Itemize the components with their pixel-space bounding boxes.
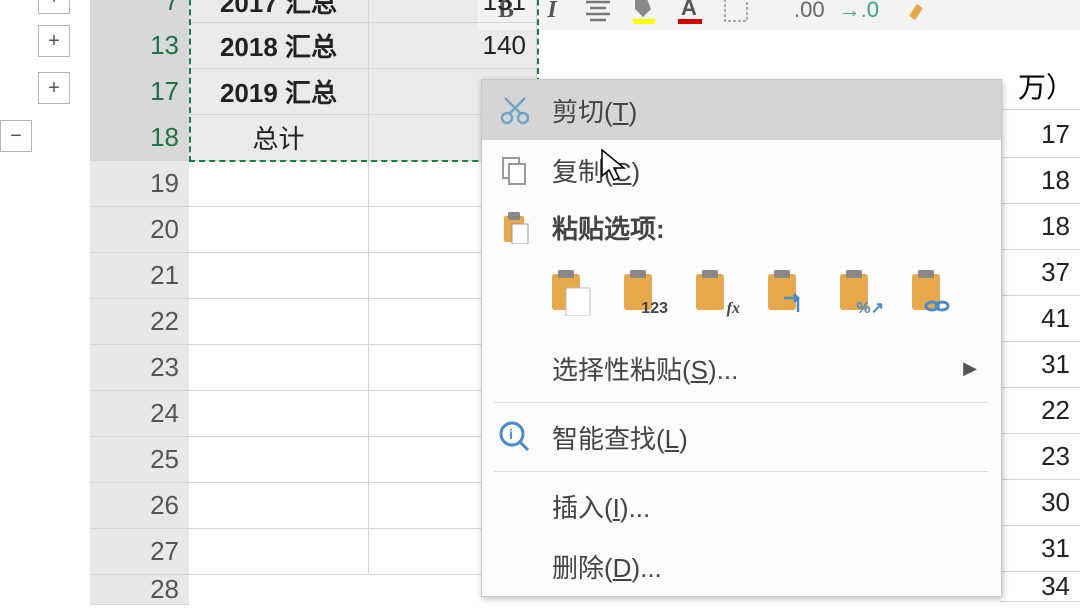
- cell[interactable]: [189, 161, 369, 207]
- paste-option-link[interactable]: [902, 264, 958, 320]
- row-header[interactable]: 28: [90, 575, 189, 605]
- menu-paste-options-header: 粘贴选项:: [482, 200, 1001, 254]
- paste-values-badge: 123: [641, 300, 668, 318]
- column-header-fragment: 万）: [998, 62, 1080, 110]
- cell[interactable]: 140: [369, 23, 537, 69]
- row-header[interactable]: 7: [90, 0, 189, 23]
- row-header[interactable]: 17: [90, 69, 189, 115]
- row-header[interactable]: 24: [90, 391, 189, 437]
- menu-label: 粘贴选项:: [552, 209, 1001, 246]
- paste-pct-badge: %↗: [856, 298, 884, 318]
- increase-decimal-button[interactable]: .00: [794, 0, 825, 23]
- cell[interactable]: 151: [369, 0, 537, 23]
- chevron-right-icon: ▶: [963, 358, 977, 379]
- cell[interactable]: 37: [1000, 250, 1080, 296]
- cell[interactable]: 18: [1000, 158, 1080, 204]
- copy-icon: [492, 147, 538, 193]
- cell[interactable]: [189, 207, 369, 253]
- menu-label: 插入(I)...: [552, 488, 1001, 525]
- cell[interactable]: 31: [1000, 526, 1080, 572]
- paste-icon: [492, 204, 538, 250]
- border-icon: [723, 0, 749, 23]
- cell[interactable]: [189, 345, 369, 391]
- info-search-icon: i: [492, 414, 538, 460]
- italic-button[interactable]: I: [534, 0, 570, 28]
- menu-label: 选择性粘贴(S)...: [552, 350, 1001, 387]
- table-row[interactable]: 2018 汇总 140: [189, 23, 537, 69]
- paste-option-values[interactable]: 123: [614, 264, 670, 320]
- menu-smart-lookup[interactable]: i 智能查找(L): [482, 407, 1001, 467]
- outline-collapse-button[interactable]: −: [0, 120, 32, 152]
- paste-option-formatting[interactable]: %↗: [830, 264, 886, 320]
- cell[interactable]: 18: [1000, 204, 1080, 250]
- cell[interactable]: [189, 483, 369, 529]
- menu-copy[interactable]: 复制(C): [482, 140, 1001, 200]
- row-header[interactable]: 23: [90, 345, 189, 391]
- row-header[interactable]: 13: [90, 23, 189, 69]
- cell[interactable]: 2019 汇总: [189, 69, 369, 115]
- cell[interactable]: [189, 529, 369, 575]
- menu-insert[interactable]: 插入(I)...: [482, 476, 1001, 536]
- context-menu: 剪切(T) 复制(C) 粘贴选项: 123 fx %↗: [481, 79, 1002, 597]
- row-header[interactable]: 25: [90, 437, 189, 483]
- svg-text:A: A: [681, 0, 697, 20]
- row-header[interactable]: 20: [90, 207, 189, 253]
- menu-label: 智能查找(L): [552, 419, 1001, 456]
- row-header[interactable]: 27: [90, 529, 189, 575]
- menu-cut[interactable]: 剪切(T): [482, 80, 1001, 140]
- menu-label: 复制(C): [552, 152, 1001, 189]
- align-button[interactable]: [580, 0, 616, 28]
- align-center-icon: [584, 0, 612, 22]
- cell[interactable]: 30: [1000, 480, 1080, 526]
- cell[interactable]: 2017 汇总: [189, 0, 369, 23]
- menu-label: 删除(D)...: [552, 548, 1001, 585]
- menu-label: 剪切(T): [552, 92, 1001, 129]
- format-painter-button[interactable]: [899, 0, 935, 28]
- row-header[interactable]: 22: [90, 299, 189, 345]
- outline-expand-button[interactable]: +: [38, 25, 70, 57]
- cell[interactable]: [189, 391, 369, 437]
- menu-paste-special[interactable]: 选择性粘贴(S)... ▶: [482, 338, 1001, 398]
- row-header[interactable]: 26: [90, 483, 189, 529]
- paste-option-transpose[interactable]: [758, 264, 814, 320]
- outline-expand-button[interactable]: +: [38, 0, 70, 14]
- cell[interactable]: [189, 437, 369, 483]
- row-header[interactable]: 19: [90, 161, 189, 207]
- cell[interactable]: 22: [1000, 388, 1080, 434]
- cell[interactable]: 总计: [189, 115, 369, 161]
- borders-button[interactable]: [718, 0, 754, 28]
- paste-fx-badge: fx: [727, 300, 740, 318]
- decrease-decimal-button[interactable]: →.0: [839, 0, 879, 23]
- cell[interactable]: 34: [1000, 572, 1080, 602]
- mini-toolbar: B I A .00 →.0: [478, 0, 1080, 30]
- svg-text:i: i: [509, 426, 513, 442]
- row-headers: 7 13 17 18 19 20 21 22 23 24 25 26 27 28: [90, 0, 189, 605]
- cell[interactable]: 17: [1000, 112, 1080, 158]
- cell[interactable]: 2018 汇总: [189, 23, 369, 69]
- paste-option-formulas[interactable]: fx: [686, 264, 742, 320]
- cell[interactable]: 23: [1000, 434, 1080, 480]
- paste-options-row: 123 fx %↗: [482, 254, 1001, 338]
- table-row[interactable]: 2017 汇总 151: [189, 0, 537, 23]
- menu-delete[interactable]: 删除(D)...: [482, 536, 1001, 596]
- font-color-icon: A: [675, 0, 705, 25]
- brush-icon: [903, 0, 931, 24]
- highlight-button[interactable]: [626, 0, 662, 28]
- outline-expand-button[interactable]: +: [38, 72, 70, 104]
- row-header[interactable]: 21: [90, 253, 189, 299]
- cell[interactable]: 31: [1000, 342, 1080, 388]
- right-data-column: 17 18 18 37 41 31 22 23 30 31 34: [1000, 112, 1080, 602]
- cell[interactable]: 41: [1000, 296, 1080, 342]
- row-header[interactable]: 18: [90, 115, 189, 161]
- highlight-icon: [629, 0, 659, 25]
- cell[interactable]: [189, 299, 369, 345]
- paste-option-default[interactable]: [542, 264, 598, 320]
- scissors-icon: [492, 87, 538, 133]
- font-color-button[interactable]: A: [672, 0, 708, 28]
- cell[interactable]: [189, 253, 369, 299]
